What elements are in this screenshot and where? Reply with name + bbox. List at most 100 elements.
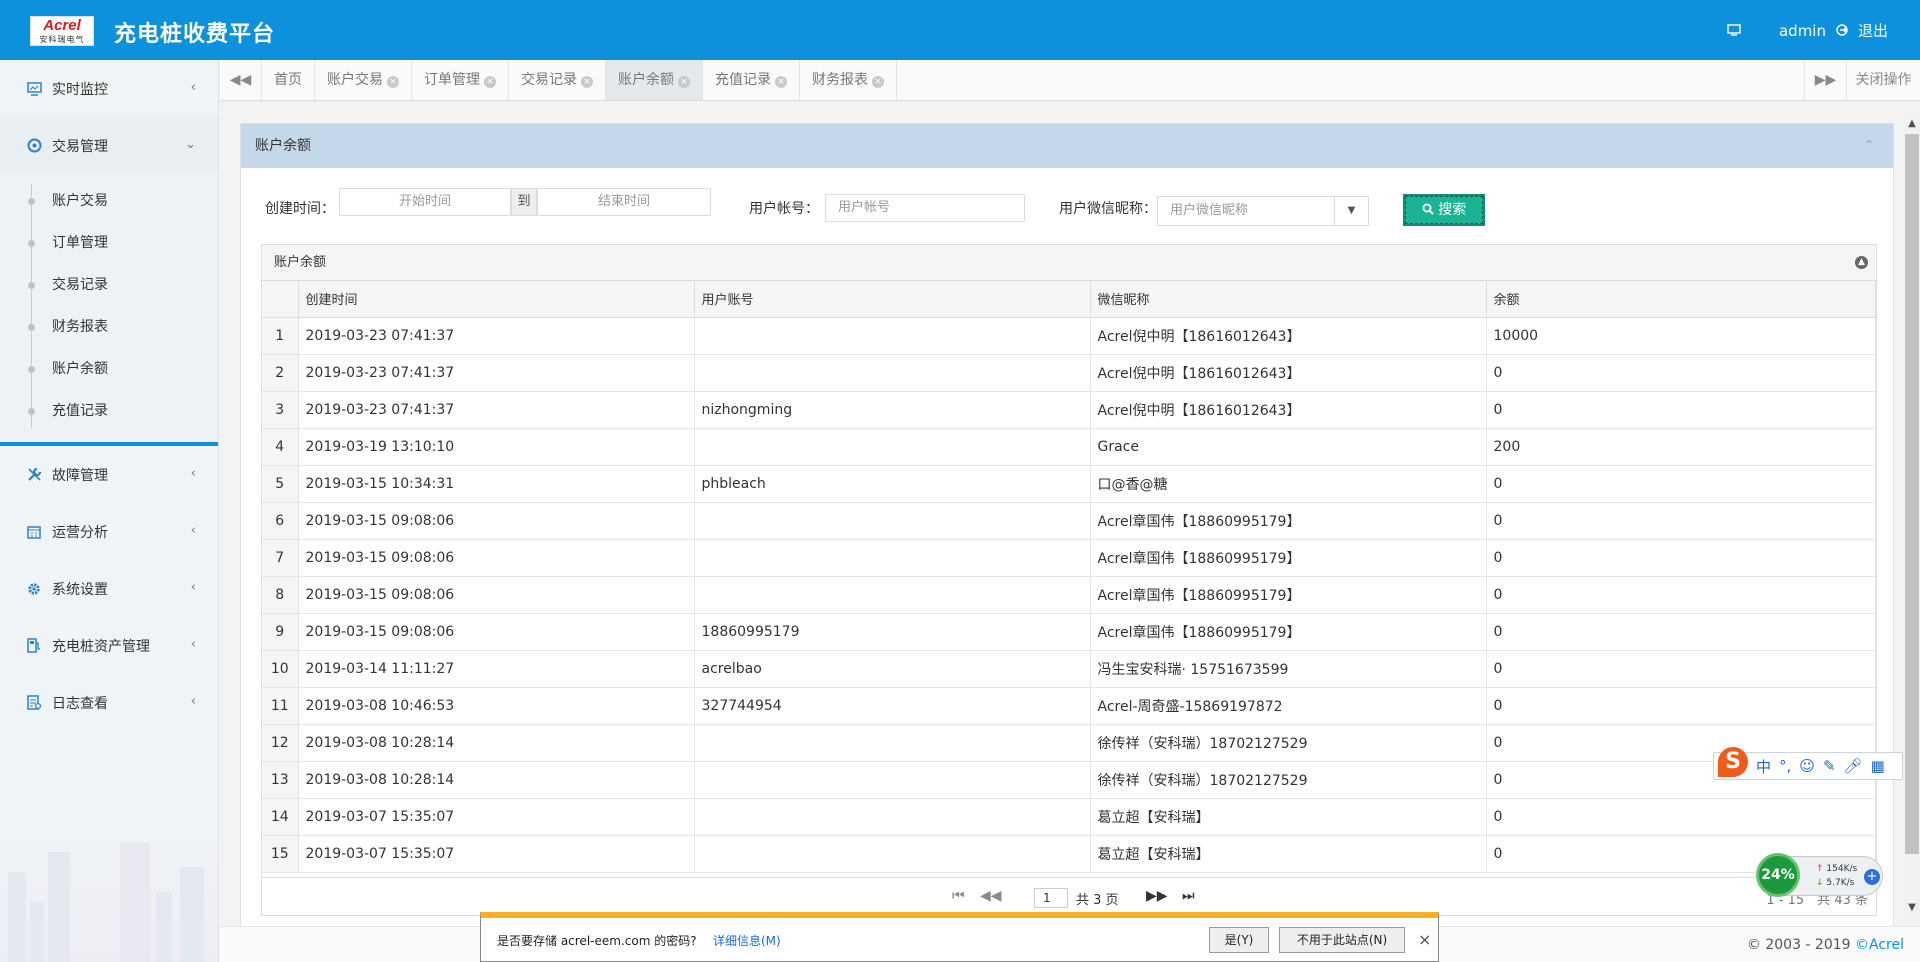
cell-balance: 0	[1486, 502, 1876, 540]
menu-system-settings[interactable]: 系统设置 ‹	[0, 560, 218, 617]
tab-order-mgmt[interactable]: 订单管理 ×	[412, 60, 509, 100]
table-row[interactable]: 11 2019-03-08 10:46:53 327744954 Acrel-周奇盛-…	[262, 687, 1876, 725]
table-row[interactable]: 13 2019-03-08 10:28:14 徐传祥（安科瑞）18702127529…	[262, 761, 1876, 799]
tab-scroll-right-button[interactable]: ▶▶	[1804, 60, 1846, 100]
column-balance[interactable]: 余额	[1486, 281, 1876, 318]
close-icon[interactable]: ×	[678, 76, 690, 88]
column-create-time[interactable]: 创建时间	[298, 281, 695, 318]
caret-down-icon[interactable]: ▼	[1335, 196, 1369, 226]
pager: ⏮ ◀◀ 1 共 3 页 ▶▶ ⏭ 1 - 15 共 43 条	[262, 877, 1876, 915]
start-time-input[interactable]: 开始时间	[339, 188, 511, 216]
punctuation-icon[interactable]: °,	[1779, 757, 1791, 775]
cell-balance: 200	[1486, 428, 1876, 466]
tab-finance-report[interactable]: 财务报表 ×	[800, 60, 897, 100]
close-icon[interactable]: ×	[581, 76, 593, 88]
menu-log-view[interactable]: 日志查看 ‹	[0, 674, 218, 731]
table-row[interactable]: 9 2019-03-15 09:08:06 18860995179 Acrel章国伟【…	[262, 613, 1876, 651]
table-row[interactable]: 6 2019-03-15 09:08:06 Acrel章国伟【18860995179…	[262, 502, 1876, 540]
table-row[interactable]: 12 2019-03-08 10:28:14 徐传祥（安科瑞）18702127529…	[262, 724, 1876, 762]
scroll-up-icon[interactable]: ▲	[1904, 116, 1920, 132]
sidebar-item-account-transaction[interactable]: 账户交易	[0, 180, 218, 222]
username[interactable]: admin	[1779, 22, 1826, 40]
table-row[interactable]: 1 2019-03-23 07:41:37 Acrel倪中明【18616012643…	[262, 317, 1876, 355]
cell-create-time: 2019-03-07 15:35:07	[298, 835, 695, 873]
close-icon[interactable]: ×	[387, 76, 399, 88]
sidebar-item-account-balance[interactable]: 账户余额	[0, 348, 218, 390]
tab-recharge-record[interactable]: 充值记录 ×	[703, 60, 800, 100]
close-icon[interactable]: ×	[775, 76, 787, 88]
table-row[interactable]: 7 2019-03-15 09:08:06 Acrel章国伟【18860995179…	[262, 539, 1876, 577]
close-icon[interactable]: ×	[872, 76, 884, 88]
monitor-icon[interactable]	[1727, 22, 1741, 40]
cell-create-time: 2019-03-08 10:28:14	[298, 761, 695, 799]
tab-scroll-left-button[interactable]: ◀◀	[220, 60, 262, 100]
close-icon[interactable]: ×	[1418, 930, 1431, 949]
grid-menu-icon[interactable]: ▦	[1871, 757, 1885, 775]
column-wechat-nickname[interactable]: 微信昵称	[1090, 281, 1487, 318]
close-operations-button[interactable]: 关闭操作	[1846, 60, 1920, 100]
network-speed-widget[interactable]: 24% ↑ 154K/s ↓ 5.7K/s +	[1756, 853, 1883, 897]
cell-create-time: 2019-03-23 07:41:37	[298, 317, 695, 355]
table-row[interactable]: 4 2019-03-19 13:10:10 Grace 200	[262, 428, 1876, 466]
cell-balance: 0	[1486, 687, 1876, 725]
table-row[interactable]: 5 2019-03-15 10:34:31 phbleach 口@香@糖 0	[262, 465, 1876, 503]
menu-charger-asset-mgmt[interactable]: 充电桩资产管理 ‹	[0, 617, 218, 674]
tab-account-transaction[interactable]: 账户交易 ×	[315, 60, 412, 100]
nickname-select[interactable]: 用户微信昵称	[1157, 196, 1335, 226]
emoji-icon[interactable]: ☺	[1799, 757, 1815, 775]
decorative-skyline	[0, 822, 218, 962]
details-link[interactable]: 详细信息(M)	[713, 932, 781, 949]
brush-icon[interactable]: ✎	[1823, 757, 1836, 775]
top-header: Acrel 安科瑞电气 充电桩收费平台 admin 退出	[0, 0, 1920, 60]
search-filter: 创建时间： 开始时间 到 结束时间 用户帐号： 用户帐号 用户微信昵称： 用户微…	[241, 178, 1893, 228]
table-row[interactable]: 10 2019-03-14 11:11:27 acrelbao 冯生宝安科瑞· 157…	[262, 650, 1876, 688]
close-icon[interactable]: ×	[484, 76, 496, 88]
page-number-input[interactable]: 1	[1034, 888, 1068, 908]
ime-lang[interactable]: 中	[1756, 756, 1771, 777]
menu-realtime-monitor[interactable]: 实时监控 ‹	[0, 60, 218, 117]
next-page-icon[interactable]: ▶▶	[1146, 888, 1168, 904]
prev-page-icon[interactable]: ◀◀	[980, 888, 1002, 904]
table-row[interactable]: 15 2019-03-07 15:35:07 葛立超【安科瑞】 0	[262, 835, 1876, 873]
sidebar-item-transaction-record[interactable]: 交易记录	[0, 264, 218, 306]
first-page-icon[interactable]: ⏮	[952, 888, 965, 904]
scroll-down-icon[interactable]: ▼	[1904, 900, 1920, 916]
cell-create-time: 2019-03-23 07:41:37	[298, 354, 695, 392]
logout-icon[interactable]	[1836, 22, 1848, 40]
ime-toolbar[interactable]: S 中 °, ☺ ✎ 🎤︎ ▦	[1713, 747, 1903, 780]
sidebar-item-recharge-record[interactable]: 充值记录	[0, 390, 218, 432]
row-number: 11	[262, 687, 299, 725]
table-row[interactable]: 2 2019-03-23 07:41:37 Acrel倪中明【18616012643…	[262, 354, 1876, 392]
menu-fault-mgmt[interactable]: 故障管理 ‹	[0, 446, 218, 503]
tab-home[interactable]: 首页	[262, 60, 315, 100]
table-row[interactable]: 3 2019-03-23 07:41:37 nizhongming Acrel倪中明【…	[262, 391, 1876, 429]
chevron-down-icon: ⌄	[185, 137, 196, 152]
collapse-grid-icon[interactable]: ▲	[1855, 256, 1868, 269]
save-password-yes-button[interactable]: 是(Y)	[1209, 927, 1269, 953]
chevron-left-icon: ‹	[190, 466, 196, 481]
memory-percent: 24%	[1756, 853, 1800, 897]
menu-transaction-mgmt[interactable]: 交易管理 ⌄	[0, 117, 218, 174]
page-scrollbar[interactable]: ▲ ▼	[1904, 116, 1920, 916]
logout-button[interactable]: 退出	[1858, 20, 1888, 41]
sidebar: 实时监控 ‹ 交易管理 ⌄ 账户交易 订单管理 交易记录 财务报表 账户余额 充…	[0, 60, 219, 962]
search-button[interactable]: 搜索	[1403, 194, 1485, 226]
header-user-area: admin 退出	[1727, 20, 1888, 41]
column-user-account[interactable]: 用户账号	[694, 281, 1091, 318]
tab-account-balance[interactable]: 账户余额 ×	[606, 60, 703, 100]
scroll-thumb[interactable]	[1905, 134, 1919, 854]
end-time-input[interactable]: 结束时间	[537, 188, 711, 216]
never-for-site-button[interactable]: 不用于此站点(N)	[1279, 927, 1405, 953]
table-row[interactable]: 8 2019-03-15 09:08:06 Acrel章国伟【18860995179…	[262, 576, 1876, 614]
microphone-icon[interactable]: 🎤︎	[1844, 757, 1863, 775]
acrel-logo: Acrel 安科瑞电气	[30, 16, 94, 46]
collapse-icon[interactable]: ⌃	[1863, 124, 1875, 168]
plus-icon[interactable]: +	[1864, 869, 1880, 885]
last-page-icon[interactable]: ⏭	[1182, 888, 1195, 904]
table-row[interactable]: 14 2019-03-07 15:35:07 葛立超【安科瑞】 0	[262, 798, 1876, 836]
sidebar-item-order-mgmt[interactable]: 订单管理	[0, 222, 218, 264]
account-input[interactable]: 用户帐号	[825, 194, 1025, 222]
menu-operation-analysis[interactable]: 运营分析 ‹	[0, 503, 218, 560]
sidebar-item-finance-report[interactable]: 财务报表	[0, 306, 218, 348]
tab-transaction-record[interactable]: 交易记录 ×	[509, 60, 606, 100]
